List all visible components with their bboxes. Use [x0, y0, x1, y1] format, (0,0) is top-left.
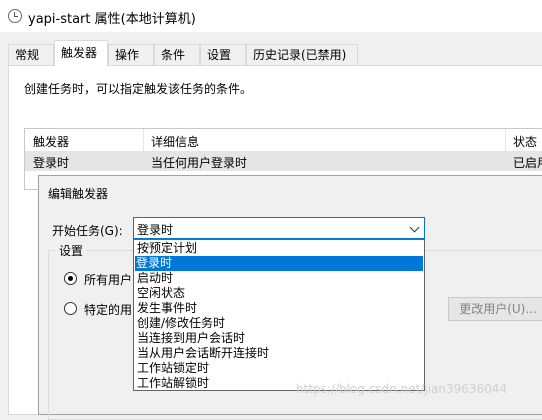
task-clock-icon	[8, 9, 22, 23]
watermark: https://blog.csdn.net/jian39636044	[296, 382, 508, 396]
column-separator[interactable]	[505, 129, 506, 151]
all-users-radio[interactable]	[64, 272, 77, 285]
tab-general[interactable]: 常规	[8, 44, 54, 65]
tab-history[interactable]: 历史记录(已禁用)	[246, 44, 358, 65]
dropdown-item-logon[interactable]: 登录时	[135, 256, 423, 271]
start-task-select[interactable]: 登录时	[133, 217, 425, 239]
dropdown-item-session-disconnect[interactable]: 当从用户会话断开连接时	[136, 346, 269, 361]
tab-actions[interactable]: 操作	[108, 44, 154, 65]
change-user-button[interactable]: 更改用户(U)...	[448, 297, 542, 321]
title-bar: yapi-start 属性(本地计算机)	[0, 0, 542, 32]
column-header-details[interactable]: 详细信息	[151, 133, 199, 150]
dropdown-item-workstation-lock[interactable]: 工作站锁定时	[136, 361, 209, 376]
row-status: 已启用	[513, 156, 542, 170]
dropdown-item-task-created[interactable]: 创建/修改任务时	[136, 316, 225, 331]
dropdown-item-startup[interactable]: 启动时	[136, 271, 173, 286]
tab-settings[interactable]: 设置	[200, 44, 246, 65]
tab-triggers[interactable]: 触发器	[54, 40, 108, 66]
chevron-down-icon[interactable]	[409, 222, 420, 233]
table-row[interactable]: 登录时 当任何用户登录时 已启用	[25, 152, 542, 171]
tab-strip: 常规 触发器 操作 条件 设置 历史记录(已禁用)	[0, 40, 542, 66]
row-trigger: 登录时	[33, 156, 70, 170]
column-header-trigger[interactable]: 触发器	[33, 133, 69, 150]
intro-text: 创建任务时，可以指定触发该任务的条件。	[24, 82, 253, 96]
table-header: 触发器 详细信息 状态	[25, 129, 542, 152]
tab-conditions[interactable]: 条件	[154, 44, 200, 65]
row-detail: 当任何用户登录时	[151, 156, 248, 170]
dropdown-item-event[interactable]: 发生事件时	[136, 301, 197, 316]
dialog-title: 编辑触发器	[48, 187, 109, 201]
specific-user-radio[interactable]	[64, 302, 77, 315]
settings-group-label: 设置	[56, 242, 87, 259]
dropdown-item-idle[interactable]: 空闲状态	[136, 286, 185, 301]
dropdown-item-workstation-unlock[interactable]: 工作站解锁时	[136, 376, 209, 391]
window-title: yapi-start 属性(本地计算机)	[28, 12, 196, 27]
dropdown-item-schedule[interactable]: 按预定计划	[136, 241, 197, 256]
start-task-dropdown-list: 按预定计划 登录时 启动时 空闲状态 发生事件时 创建/修改任务时 当连接到用户…	[133, 239, 425, 391]
start-task-label: 开始任务(G):	[52, 224, 123, 238]
specific-user-label[interactable]: 特定的用	[84, 301, 132, 318]
start-task-value: 登录时	[137, 223, 174, 237]
column-header-status[interactable]: 状态	[513, 133, 537, 150]
all-users-label[interactable]: 所有用户	[84, 271, 132, 288]
column-separator[interactable]	[143, 129, 144, 151]
dropdown-item-session-connect[interactable]: 当连接到用户会话时	[136, 331, 245, 346]
